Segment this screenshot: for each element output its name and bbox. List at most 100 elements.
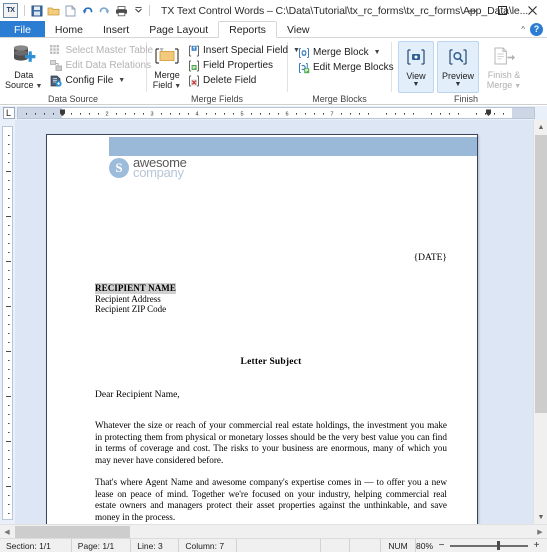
print-icon[interactable] xyxy=(113,2,130,19)
document-page[interactable]: S awesome company {DATE} RECIPIENT NAME … xyxy=(46,134,478,524)
chevron-down-icon[interactable]: ▼ xyxy=(514,83,521,90)
group-title-finish: Finish xyxy=(453,94,478,104)
customize-qat-icon[interactable] xyxy=(130,2,147,19)
recipient-name-field[interactable]: RECIPIENT NAME xyxy=(95,283,176,294)
insert-special-field-button[interactable]: Insert Special Field ▼ xyxy=(185,43,302,58)
qat-divider xyxy=(24,5,25,16)
status-line[interactable]: Line: 3 xyxy=(131,538,180,552)
tx-app-icon[interactable]: TX xyxy=(3,3,18,18)
delete-field-button[interactable]: Delete Field xyxy=(185,73,302,88)
minimize-button[interactable] xyxy=(457,0,487,21)
vertical-ruler-ticks xyxy=(6,135,11,514)
status-num-lock[interactable]: NUM xyxy=(381,538,416,552)
zoom-out-button[interactable]: − xyxy=(437,540,446,551)
status-page[interactable]: Page: 1/1 xyxy=(72,538,132,552)
merge-field-button[interactable]: Merge Field ▼ xyxy=(152,41,182,91)
vertical-ruler[interactable] xyxy=(0,120,15,524)
quick-access-toolbar: TX xyxy=(0,2,155,19)
letterhead-band xyxy=(109,137,477,156)
open-icon[interactable] xyxy=(45,2,62,19)
ribbon-tab-bar: File Home Insert Page Layout Reports Vie… xyxy=(0,21,547,38)
recipient-address: Recipient Address xyxy=(95,293,161,304)
redo-icon[interactable] xyxy=(96,2,113,19)
preview-button[interactable]: Preview ▼ xyxy=(437,41,479,93)
window-controls xyxy=(457,0,547,21)
chevron-down-icon[interactable]: ▼ xyxy=(374,49,381,56)
select-master-table-label: Select Master Table xyxy=(65,45,154,56)
edit-merge-blocks-button[interactable]: Edit Merge Blocks xyxy=(295,60,396,75)
data-source-button[interactable]: Data Source ▼ xyxy=(5,41,42,91)
group-title-merge-blocks: Merge Blocks xyxy=(312,94,367,104)
save-icon[interactable] xyxy=(28,2,45,19)
vertical-scroll-thumb[interactable] xyxy=(535,135,547,413)
finish-merge-label: Finish & Merge ▼ xyxy=(487,70,521,91)
scroll-up-button[interactable]: ▲ xyxy=(534,120,547,134)
status-slot-extra[interactable] xyxy=(350,538,382,552)
scroll-left-button[interactable]: ◀ xyxy=(0,525,14,539)
data-source-label-2: Source xyxy=(5,79,34,90)
finish-merge-icon xyxy=(491,43,517,69)
status-section[interactable]: Section: 1/1 xyxy=(0,538,72,552)
letter-paragraph: That's where Agent Name and awesome comp… xyxy=(95,477,447,522)
scroll-down-button[interactable]: ▼ xyxy=(534,510,547,524)
status-column[interactable]: Column: 7 xyxy=(179,538,237,552)
tab-home[interactable]: Home xyxy=(45,21,93,38)
tab-stop-selector[interactable]: L xyxy=(0,106,17,120)
tab-reports[interactable]: Reports xyxy=(218,21,277,38)
delete-field-label: Delete Field xyxy=(203,75,257,86)
ruler-indent-markers[interactable] xyxy=(18,108,535,119)
vertical-scrollbar[interactable]: ▲ ▼ xyxy=(533,120,547,524)
ribbon-help-area: ^ ? xyxy=(521,21,543,38)
chevron-down-icon[interactable]: ▼ xyxy=(413,81,420,88)
chevron-down-icon[interactable]: ▼ xyxy=(174,83,181,90)
undo-icon[interactable] xyxy=(79,2,96,19)
merge-field-label: Merge Field ▼ xyxy=(152,70,181,91)
ribbon-group-merge-blocks: Merge Block ▼ Edit Merge Blocks Merge Bl… xyxy=(288,38,394,105)
status-slot-caps[interactable] xyxy=(321,538,351,552)
finish-merge-button[interactable]: Finish & Merge ▼ xyxy=(482,41,526,91)
letter-subject: Letter Subject xyxy=(240,357,302,367)
tab-page-layout[interactable]: Page Layout xyxy=(139,21,218,38)
merge-block-label: Merge Block xyxy=(313,47,369,58)
chevron-down-icon[interactable]: ▼ xyxy=(36,83,43,90)
merge-field-label-2: Field xyxy=(152,79,173,90)
horizontal-ruler[interactable]: L 2 3 4 5 6 7 xyxy=(0,106,547,120)
close-button[interactable] xyxy=(517,0,547,21)
maximize-button[interactable] xyxy=(487,0,517,21)
merge-block-icon xyxy=(297,46,310,59)
zoom-slider[interactable] xyxy=(450,541,529,551)
database-add-icon xyxy=(11,43,37,69)
status-slot-overwrite[interactable] xyxy=(237,538,322,552)
insert-special-field-label: Insert Special Field xyxy=(203,45,289,56)
horizontal-scrollbar[interactable]: ◀ ▶ xyxy=(0,524,547,538)
scroll-right-button[interactable]: ▶ xyxy=(533,525,547,539)
config-file-label: Config File xyxy=(65,75,114,86)
field-properties-button[interactable]: Field Properties xyxy=(185,58,302,73)
title-divider xyxy=(149,5,150,16)
field-properties-label: Field Properties xyxy=(203,60,274,71)
chevron-down-icon[interactable]: ▼ xyxy=(455,81,462,88)
merge-block-button[interactable]: Merge Block ▼ xyxy=(295,45,396,60)
ruler-track[interactable]: 123 456 7 xyxy=(17,107,535,119)
zoom-in-button[interactable]: + xyxy=(532,540,541,551)
date-merge-field[interactable]: {DATE} xyxy=(414,253,447,263)
tab-file[interactable]: File xyxy=(0,21,45,38)
vertical-ruler-track xyxy=(2,126,13,520)
horizontal-scroll-thumb[interactable] xyxy=(15,526,130,538)
edit-merge-blocks-icon xyxy=(297,61,310,74)
preview-search-icon xyxy=(445,44,471,70)
ribbon-group-data-source: Data Source ▼ Select Master Table ▼ Edit… xyxy=(0,38,165,105)
document-canvas[interactable]: S awesome company {DATE} RECIPIENT NAME … xyxy=(15,120,533,524)
view-button[interactable]: View ▼ xyxy=(398,41,434,93)
recipient-zip: Recipient ZIP Code xyxy=(95,304,167,314)
new-document-icon[interactable] xyxy=(62,2,79,19)
config-file-icon xyxy=(49,74,62,87)
zoom-slider-thumb[interactable] xyxy=(497,541,501,550)
tab-insert[interactable]: Insert xyxy=(93,21,139,38)
tab-stop-left-icon: L xyxy=(2,107,15,119)
help-icon[interactable]: ? xyxy=(530,23,543,36)
chevron-up-icon[interactable]: ^ xyxy=(521,25,525,34)
tab-view[interactable]: View xyxy=(277,21,320,38)
zoom-percent[interactable]: 80% xyxy=(416,541,433,551)
chevron-down-icon[interactable]: ▼ xyxy=(118,77,125,84)
